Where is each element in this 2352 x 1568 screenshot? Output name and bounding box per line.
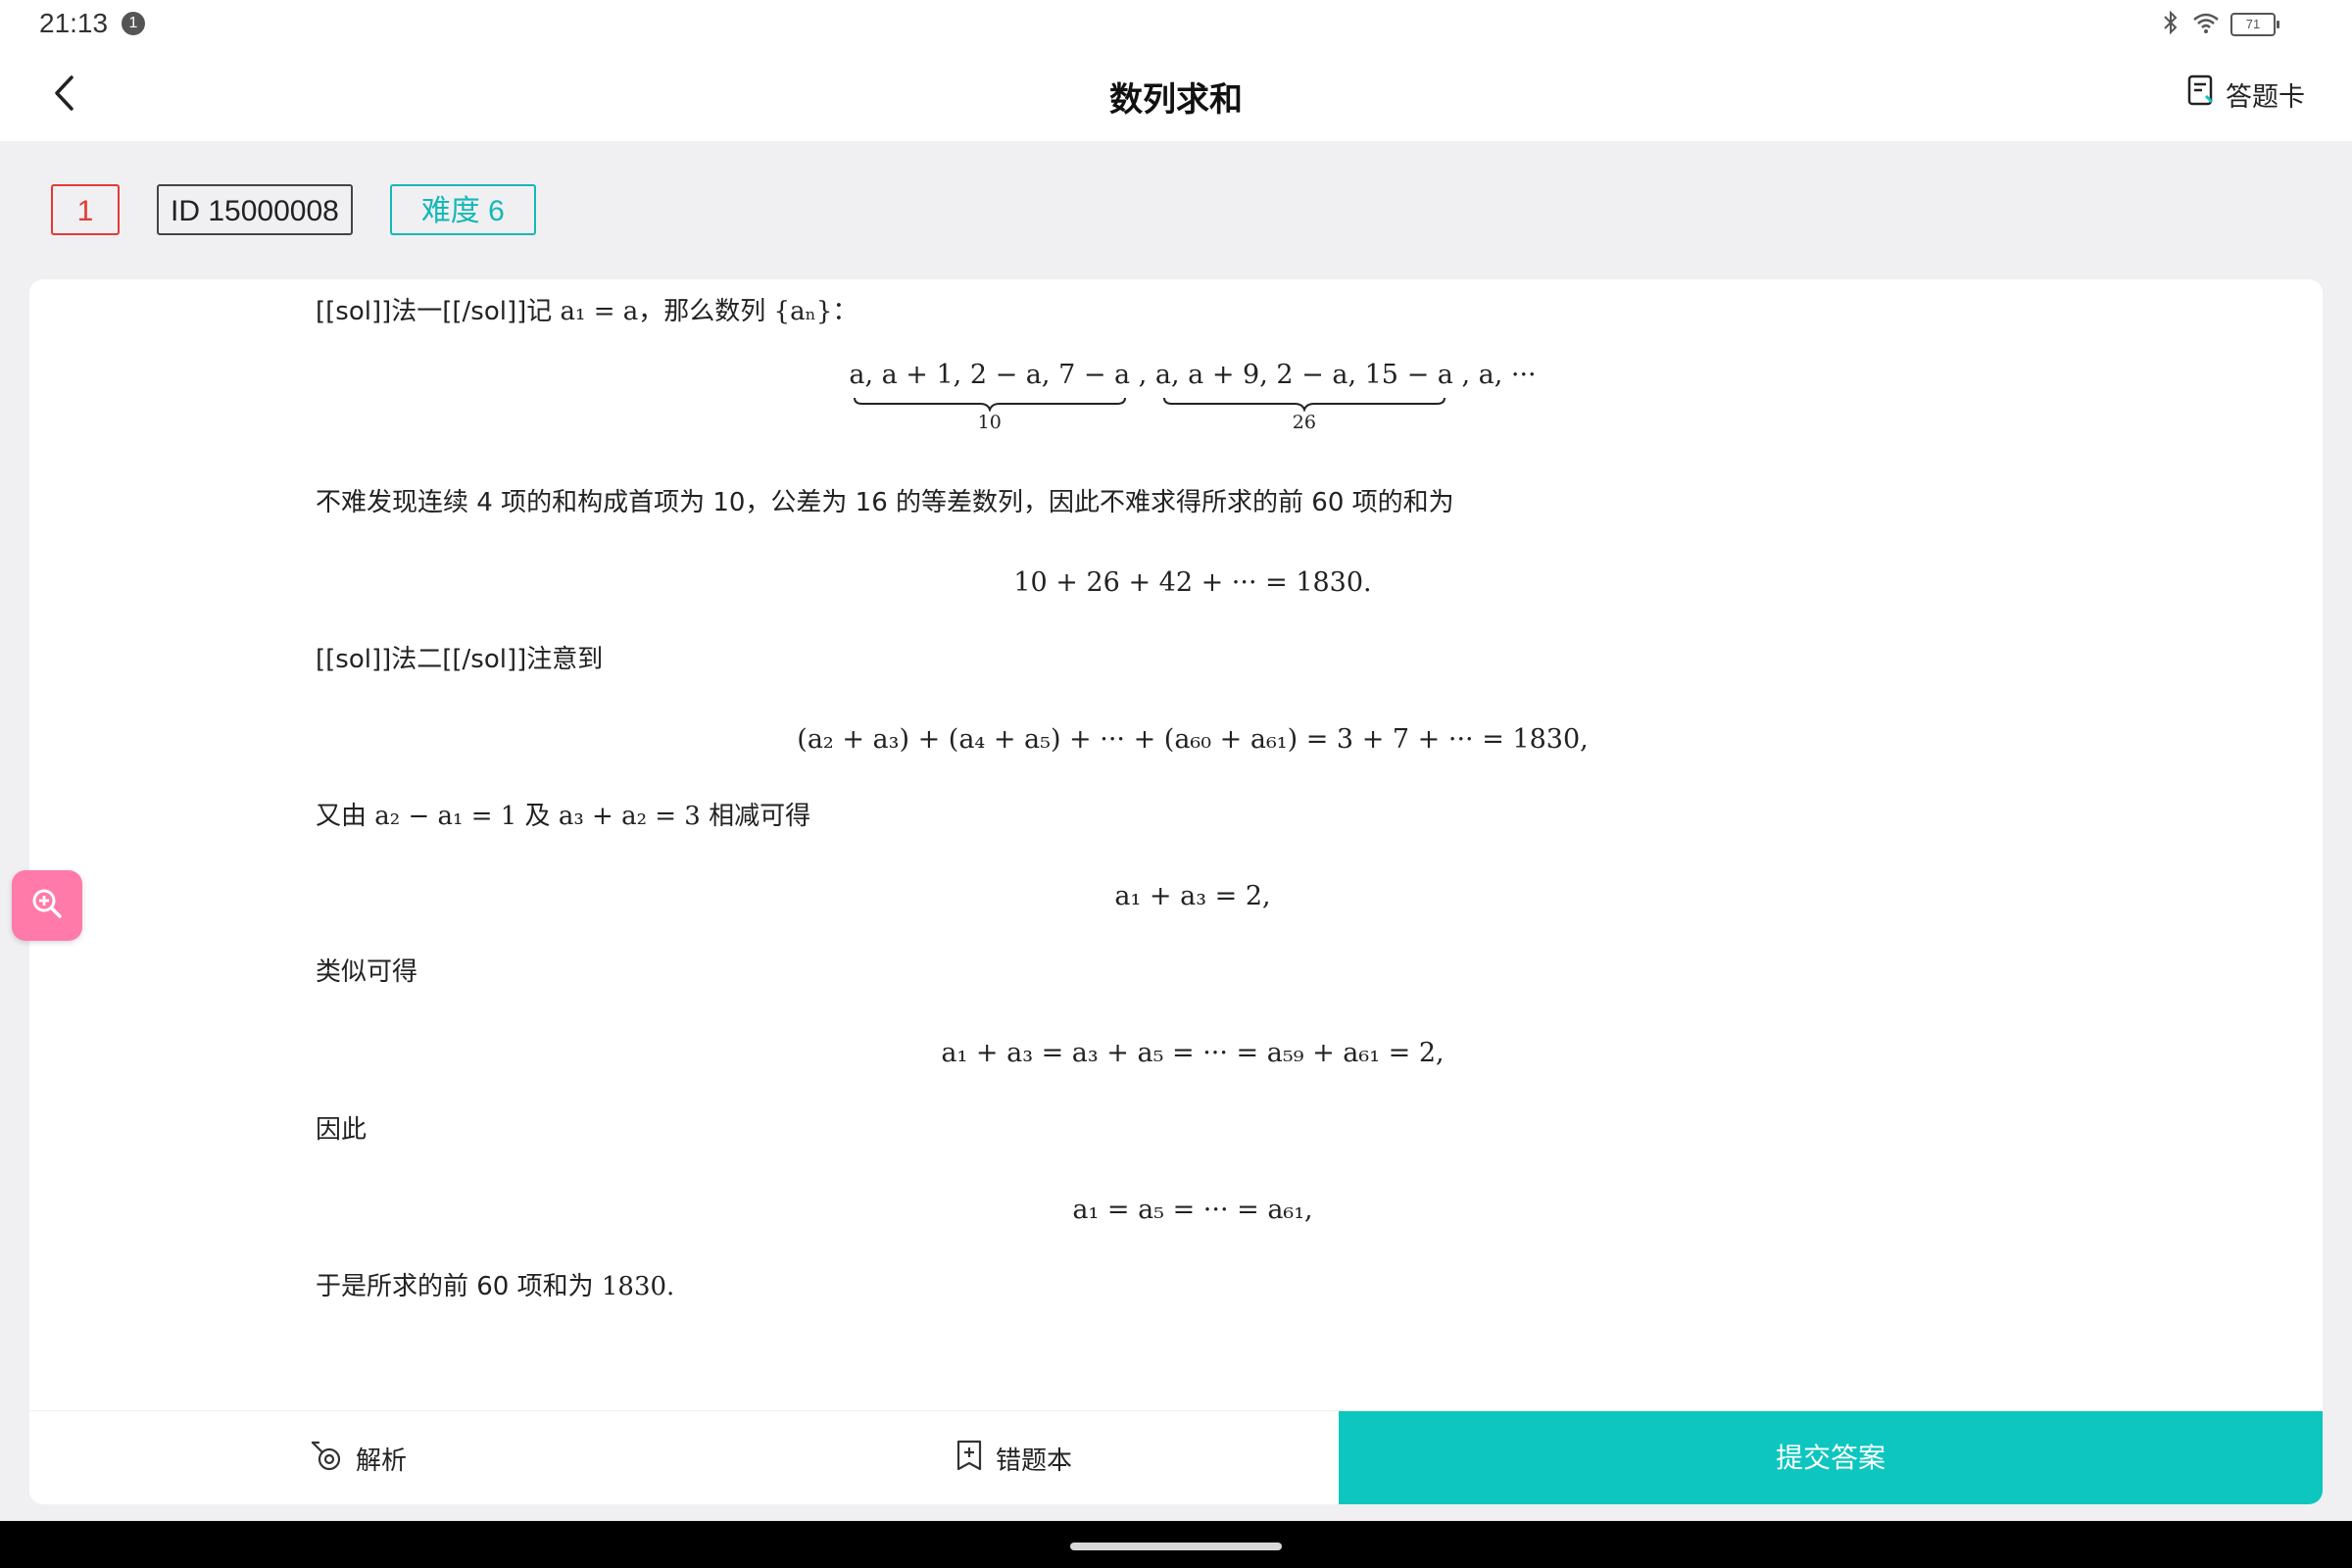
text-span: [[sol]]法一[[/sol]]记 xyxy=(316,297,561,326)
wifi-icon xyxy=(2191,11,2221,38)
wrongbook-icon xyxy=(955,1439,984,1479)
math-display: 10 + 26 + 42 + ··· = 1830. xyxy=(1013,567,1372,598)
math-separator: , xyxy=(1130,360,1148,390)
analysis-label: 解析 xyxy=(356,1446,408,1476)
text-span: ，那么数列 xyxy=(638,297,774,326)
answer-card-button[interactable]: 答题卡 xyxy=(2186,74,2305,115)
answer-card-label: 答题卡 xyxy=(2226,82,2305,113)
page-title: 数列求和 xyxy=(1109,80,1243,120)
system-nav-bar xyxy=(0,1521,2352,1568)
bottom-action-bar: 解析 错题本 提交答案 xyxy=(29,1410,2323,1504)
brace-group: a, a + 9, 2 − a, 15 − a 26 xyxy=(1155,356,1453,433)
brace-label: 10 xyxy=(977,411,1002,433)
math-display: (a₂ + a₃) + (a₄ + a₅) + ··· + (a₆₀ + a₆₁… xyxy=(797,724,1589,755)
brace-label: 26 xyxy=(1292,411,1316,433)
solution-paragraph: 又由 a₂ − a₁ = 1 及 a₃ + a₂ = 3 相减可得 xyxy=(316,798,810,836)
home-gesture-handle[interactable] xyxy=(1070,1543,1282,1550)
solution-paragraph: 于是所求的前 60 项和为 1830. xyxy=(316,1268,674,1306)
text-span: 相减可得 xyxy=(700,802,811,831)
text-span: 又由 xyxy=(316,802,375,831)
math-group: a, a + 1, 2 − a, 7 − a xyxy=(849,360,1131,390)
math-inline: a₁ = a xyxy=(560,297,639,326)
bluetooth-icon xyxy=(2160,10,2181,39)
top-bar: 数列求和 答题卡 xyxy=(0,51,2352,141)
submit-answer-button[interactable]: 提交答案 xyxy=(1339,1411,2323,1504)
question-id-tag: ID 15000008 xyxy=(157,184,353,235)
zoom-in-icon xyxy=(30,887,64,924)
underbrace-icon xyxy=(853,397,1126,412)
status-icons: 71 xyxy=(2160,10,2279,39)
brace-group: a, a + 1, 2 − a, 7 − a 10 xyxy=(849,356,1130,433)
wrongbook-button[interactable]: 错题本 xyxy=(955,1439,1072,1479)
solution-paragraph: 不难发现连续 4 项的和构成首项为 10，公差为 16 的等差数列，因此不难求得… xyxy=(316,488,1454,517)
math-tail: , a, ··· xyxy=(1452,360,1537,390)
analysis-button[interactable]: 解析 xyxy=(309,1439,407,1479)
solution-paragraph: 因此 xyxy=(316,1115,368,1145)
math-inline: a₂ − a₁ = 1 xyxy=(374,802,517,831)
analysis-icon xyxy=(309,1439,344,1479)
math-display: a₁ + a₃ = 2, xyxy=(1114,881,1271,911)
difficulty-tag: 难度 6 xyxy=(389,184,536,235)
solution-card: [[sol]]法一[[/sol]]记 a₁ = a，那么数列 {aₙ}： a, … xyxy=(29,279,2323,1504)
underbrace-icon xyxy=(1162,397,1446,412)
math-inline: 1830. xyxy=(601,1272,675,1301)
answer-card-icon xyxy=(2186,74,2216,115)
math-inline: {aₙ} xyxy=(773,297,833,326)
math-inline: a₃ + a₂ = 3 xyxy=(558,802,701,831)
notification-badge: 1 xyxy=(122,12,145,35)
math-display: a₁ = a₅ = ··· = a₆₁, xyxy=(1072,1195,1313,1225)
math-display: a₁ + a₃ = a₃ + a₅ = ··· = a₅₉ + a₆₁ = 2, xyxy=(941,1038,1445,1068)
math-group: a, a + 9, 2 − a, 15 − a xyxy=(1154,360,1453,390)
solution-paragraph: [[sol]]法二[[/sol]]注意到 xyxy=(316,645,604,674)
text-span: 及 xyxy=(516,802,559,831)
math-display-braces: a, a + 1, 2 − a, 7 − a 10 , a, a + 9, 2 … xyxy=(316,356,2070,433)
question-tags: 1 ID 15000008 难度 6 xyxy=(51,184,536,235)
battery-icon: 71 xyxy=(2230,13,2279,36)
zoom-button[interactable] xyxy=(12,870,82,941)
text-span: 于是所求的前 60 项和为 xyxy=(316,1272,602,1301)
solution-paragraph: [[sol]]法一[[/sol]]记 a₁ = a，那么数列 {aₙ}： xyxy=(316,293,858,331)
status-time: 21:13 xyxy=(39,8,109,38)
question-index-tag: 1 xyxy=(51,184,120,235)
solution-paragraph: 类似可得 xyxy=(316,957,418,987)
wrongbook-label: 错题本 xyxy=(996,1446,1073,1476)
text-span: ： xyxy=(832,297,858,326)
status-bar: 21:13 1 71 xyxy=(0,0,2352,51)
